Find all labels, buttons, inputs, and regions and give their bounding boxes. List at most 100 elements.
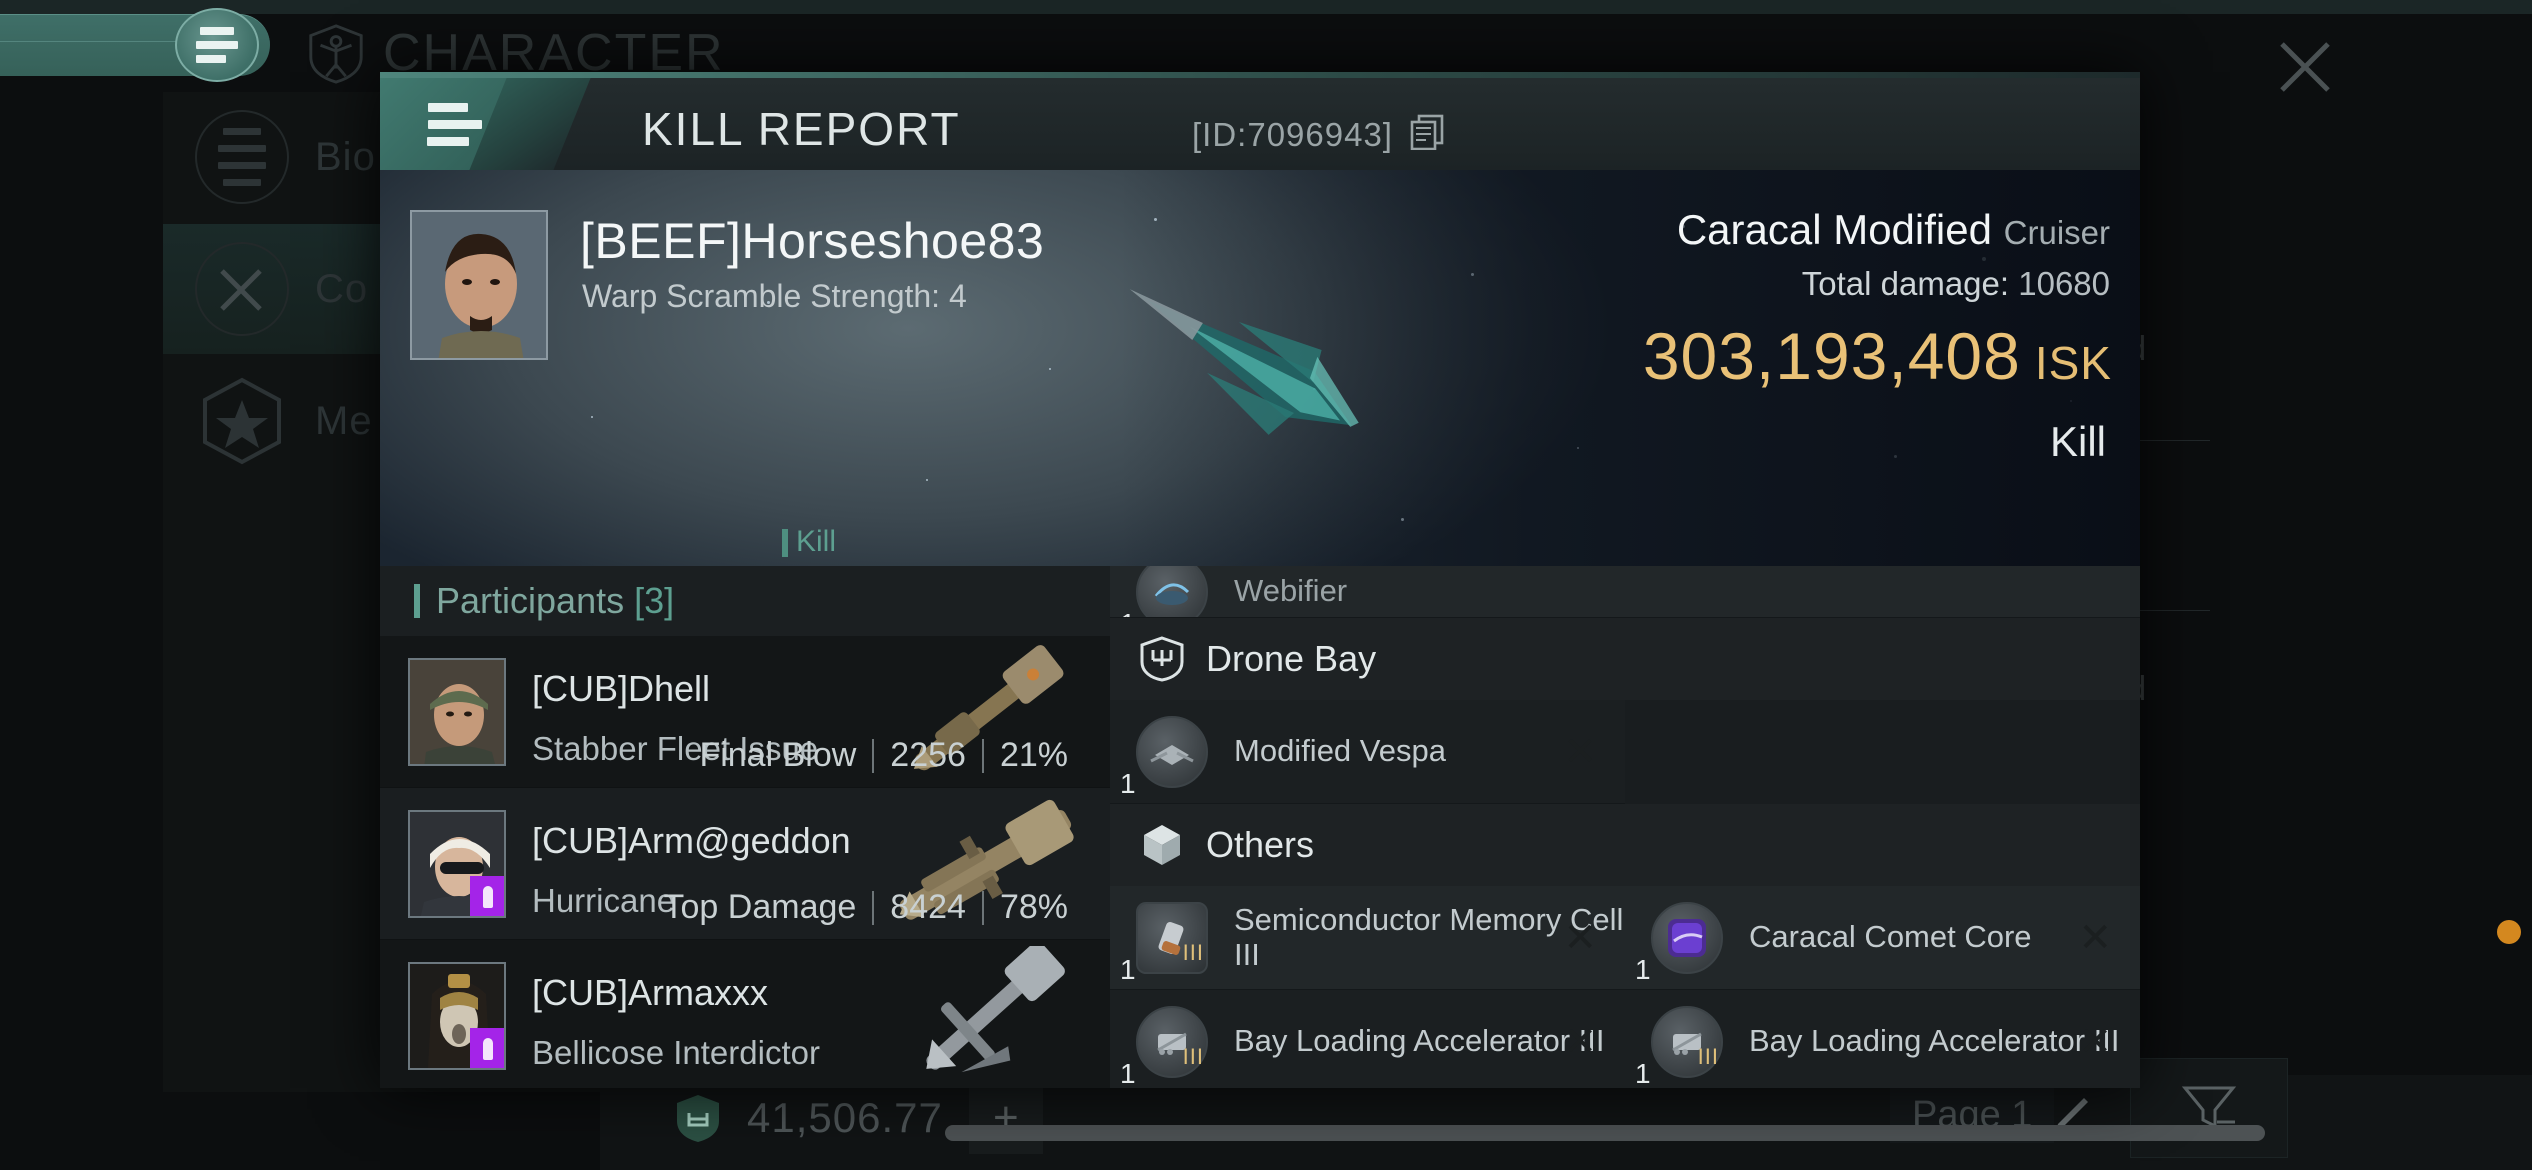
avatar [408,962,506,1070]
list-item[interactable]: 1 Webifier [1110,566,2140,618]
participant-stats: Final Blow 2256 21% [683,736,1084,775]
group-header-others: Others [1110,804,2140,886]
empty-cell [1625,700,2140,804]
table-row[interactable]: [CUB]Dhell Stabber Fleet Issue Final Blo… [380,636,1110,788]
drone-icon: 1 [1120,715,1208,799]
item-quantity: 1 [1120,953,1136,985]
remove-item-button[interactable]: ✕ [1563,1019,1597,1065]
accelerator-icon: 1 III [1120,1005,1208,1088]
dialog-menu-button[interactable] [380,78,530,170]
participant-stat-label: Top Damage [663,888,857,926]
item-tier: III [1182,1043,1204,1069]
participant-percent: 21% [999,736,1068,774]
victim-ship-name: Caracal Modified [1676,206,1992,253]
isk-value: 303,193,408 [1642,319,2021,393]
list-icon [195,110,289,204]
filter-button[interactable] [2130,1058,2288,1158]
background-row-text: ated [2080,670,2532,709]
remove-item-button[interactable]: ✕ [2078,1019,2112,1065]
isk-value-line: 303,193,408 ISK [1643,318,2112,394]
remove-item-button[interactable]: ✕ [1563,915,1597,961]
copy-icon[interactable] [1410,114,1444,150]
participant-percent: 78% [999,888,1068,926]
victim-ship-line: Caracal Modified Cruiser [1677,206,2110,254]
item-name: Bay Loading Accelerator III [1234,1023,1605,1059]
ship-thumb [926,946,1065,1073]
list-item[interactable]: 1 Caracal Comet Core ✕ [1625,886,2140,990]
group-header-drone-bay: Drone Bay [1110,618,2140,700]
kill-report-dialog: KILL REPORT [ID:7096943] [BEEF]Horseshoe… [380,72,2140,1088]
close-icon[interactable] [2268,30,2342,104]
participant-damage: 8424 [890,888,966,926]
wallet-amount: 41,506.77 [747,1094,943,1141]
background-row-text: ated [2080,330,2532,369]
participants-title: Participants [436,580,625,621]
avatar [408,810,506,918]
item-name: Modified Vespa [1234,733,1446,769]
kill-tag: Kill [781,525,837,558]
group-title: Others [1206,824,1315,865]
list-item[interactable]: 1 III Semiconductor Memory Cell III ✕ [1110,886,1625,990]
isk-unit: ISK [2034,337,2112,389]
remove-item-button[interactable]: ✕ [1563,729,1597,775]
comet-core-icon: 1 [1635,901,1723,985]
item-quantity: 1 [1120,1057,1136,1089]
shield-icon [677,1095,719,1142]
fitting-panel: 1 Webifier Drone Bay [1110,566,2140,1088]
item-quantity: 1 [1120,608,1136,618]
sidebar-item-label: Co [315,266,369,311]
vitruvian-icon [309,24,363,84]
crossed-swords-icon [195,242,289,336]
item-name: Caracal Comet Core [1749,919,2032,955]
webifier-icon: 1 [1120,566,1208,617]
participants-panel: Participants [3] [CUB]Dhell Stabber Flee… [380,566,1110,1088]
dialog-title: KILL REPORT [642,103,961,155]
add-isk-button[interactable]: + [968,1082,1043,1154]
drone-bay-items: 1 Modified Vespa ✕ [1110,700,2140,804]
kill-hero-banner: [BEEF]Horseshoe83 Warp Scramble Strength… [380,170,2140,566]
main-menu-button[interactable] [175,8,259,82]
app-root: CHARACTER Bio Co Me 41,506.77 + Page 1 K… [0,0,2532,1170]
participant-ship: Bellicose Interdictor [532,1034,820,1071]
item-quantity: 1 [1635,1057,1651,1089]
avatar [408,658,506,766]
person-badge-icon [470,1028,504,1068]
item-tier: III [1182,939,1204,965]
participant-stats: Top Damage 8424 78% [648,888,1084,927]
horizontal-scrollbar[interactable] [945,1125,2265,1141]
item-quantity: 1 [1635,953,1651,985]
participants-count: [3] [634,580,675,621]
background-wallet: 41,506.77 + [675,1082,1043,1154]
victim-name: [BEEF]Horseshoe83 [580,213,1045,269]
star-hexagon-icon [195,374,289,468]
total-damage-label: Total damage: [1801,265,2010,302]
ship-render [1129,289,1359,435]
participant-name: [CUB]Arm@geddon [532,820,851,861]
item-quantity: 1 [1120,767,1136,799]
participants-header: Participants [3] [380,566,1110,636]
remove-item-button[interactable]: ✕ [2078,915,2112,961]
table-row[interactable]: [CUB]Arm@geddon Hurricane Top Damage 842… [380,788,1110,940]
item-name: Bay Loading Accelerator III [1749,1023,2120,1059]
notification-dot [2497,920,2521,944]
background-right-list: ated ated [2080,300,2532,1060]
victim-ship-class: Cruiser [2003,214,2110,251]
sidebar-item-label: Bio [315,134,376,179]
capacitor-icon: 1 III [1120,901,1208,985]
total-damage-value: 10680 [2018,265,2110,302]
drone-shield-icon [1140,636,1184,682]
accelerator-icon: 1 III [1635,1005,1723,1088]
list-item[interactable]: 1 III Bay Loading Accelerator III ✕ [1625,990,2140,1088]
kill-result-label: Kill [2049,418,2106,465]
group-title: Drone Bay [1206,638,1377,679]
participant-stat-label: Final Blow [699,736,857,774]
table-row[interactable]: [CUB]Armaxxx Bellicose Interdictor [380,940,1110,1088]
list-item[interactable]: 1 Modified Vespa ✕ [1110,700,1625,804]
status-bar [0,0,2532,14]
item-name: Webifier [1234,573,1348,609]
list-item[interactable]: 1 III Bay Loading Accelerator III ✕ [1110,990,1625,1088]
kill-id-label: [ID:7096943] [1192,116,1393,153]
sidebar-item-label: Me [315,398,373,443]
fitting-scroll-area[interactable]: 1 Webifier Drone Bay [1110,566,2140,1088]
total-damage-line: Total damage: 10680 [1802,265,2110,303]
